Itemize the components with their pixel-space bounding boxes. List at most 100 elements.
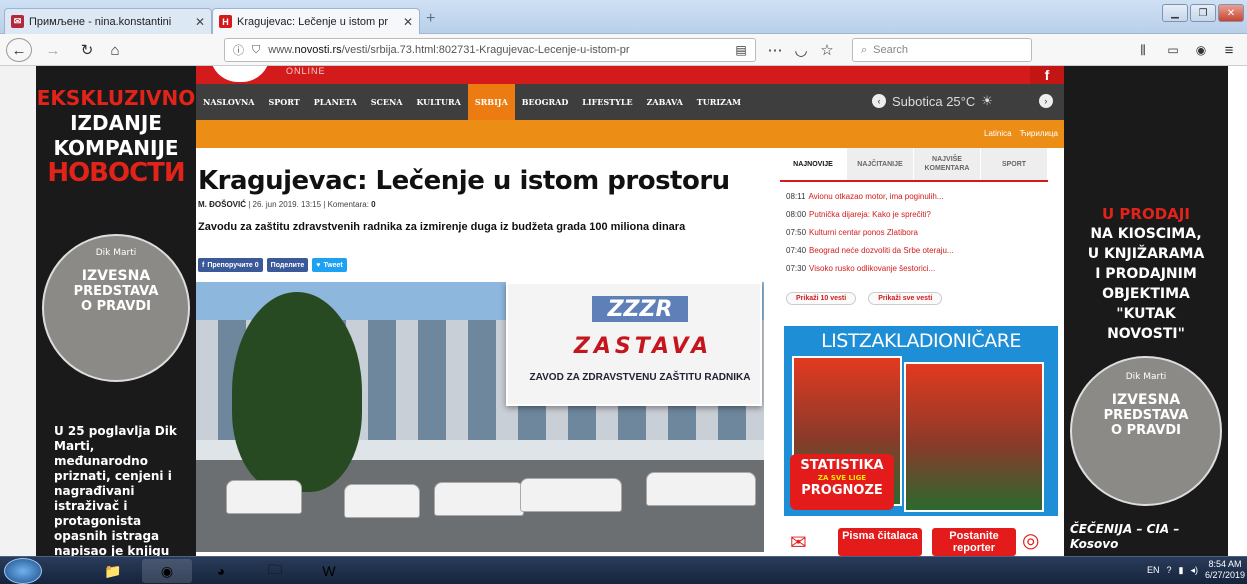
close-icon[interactable]: ✕ — [403, 15, 413, 29]
news-item[interactable]: 07:30 Visoko rusko odlikovanje šestorici.… — [786, 264, 1046, 273]
postanite-reporter-button[interactable]: Postanite reporter — [932, 528, 1016, 556]
menu-item[interactable]: SCENA — [364, 84, 410, 120]
account-icon[interactable]: ◉ — [1188, 38, 1214, 62]
menu-item[interactable]: BEOGRAD — [515, 84, 575, 120]
bookmark-star-icon[interactable]: ☆ — [814, 38, 840, 62]
menu-item[interactable]: NASLOVNA — [196, 84, 261, 120]
tab-sport[interactable]: SPORT — [981, 148, 1048, 180]
window-close-icon[interactable]: ✕ — [1218, 4, 1244, 22]
ad-copy: U 25 poglavlja Dik Marti, međunarodno pr… — [54, 424, 177, 556]
button-label: Tweet — [323, 261, 343, 269]
pisma-citalaca-button[interactable]: Pisma čitalaca — [838, 528, 922, 556]
tab-najnovije[interactable]: NAJNOVIJE — [780, 148, 847, 180]
pocket-icon[interactable]: ◡ — [788, 38, 814, 62]
menu-item[interactable]: LIFESTYLE — [575, 84, 639, 120]
shield-icon[interactable]: ⛉ — [252, 44, 260, 57]
ad-line: NA KIOSCIMA, — [1090, 226, 1202, 242]
home-icon[interactable]: ⌂ — [102, 38, 128, 62]
magazine-cover-image — [904, 362, 1044, 512]
folder-icon[interactable]: 🗀 — [250, 559, 300, 583]
clock[interactable]: 8:54 AM 6/27/2019 — [1205, 559, 1245, 581]
file-explorer-icon[interactable]: 📁 — [88, 559, 138, 583]
novosti-favicon-icon: H — [219, 15, 232, 28]
maximize-icon[interactable]: ❐ — [1190, 4, 1216, 22]
windows-taskbar: 📁 ◉ ◕ 🗀 W EN ? ▮ ◂) 8:54 AM 6/27/2019 — [0, 556, 1247, 584]
reload-icon[interactable]: ↻ — [74, 38, 100, 62]
word-icon[interactable]: W — [304, 559, 354, 583]
book-title: PREDSTAVA — [1103, 408, 1189, 423]
book-author: Dik Marti — [1125, 372, 1167, 382]
more-icon[interactable]: ⋯ — [762, 38, 788, 62]
minimize-icon[interactable]: ▁ — [1162, 4, 1188, 22]
zastava-sign-image: ZZZR ZASTAVA ZAVOD ZA ZDRAVSTVENU ZAŠTIT… — [506, 282, 762, 406]
lang-latin-link[interactable]: Latinica — [984, 129, 1012, 138]
search-box[interactable]: ⌕ Search — [852, 38, 1032, 62]
show-10-news-button[interactable]: Prikaži 10 vesti — [786, 292, 857, 305]
news-item[interactable]: 07:50 Kulturni centar ponos Zlatibora — [786, 228, 1046, 237]
web-page: EKSKLUZIVNO IZDANJE KOMPANIJE НОВОСТИ Di… — [0, 66, 1247, 556]
facebook-icon: f — [202, 261, 205, 269]
camera-icon: ◎ — [1022, 530, 1040, 552]
tab-najcitanije[interactable]: NAJČITANIJE — [847, 148, 914, 180]
menu-item[interactable]: KULTURA — [409, 84, 467, 120]
comment-count[interactable]: 0 — [371, 200, 375, 209]
chevron-right-icon[interactable]: › — [1038, 94, 1053, 108]
share-button[interactable]: Поделите — [266, 258, 309, 272]
site-top-bar: ONLINE f — [196, 66, 1064, 84]
chevron-left-icon[interactable]: ‹ — [872, 94, 886, 108]
menu-icon[interactable]: ≡ — [1216, 38, 1242, 62]
close-icon[interactable]: ✕ — [195, 15, 205, 29]
forward-icon[interactable]: → — [40, 38, 66, 62]
system-tray: EN ? ▮ ◂) 8:54 AM 6/27/2019 — [1147, 559, 1245, 581]
book-author: Dik Marti — [95, 248, 137, 258]
news-item[interactable]: 08:11 Avionu otkazao motor, ima poginulih… — [786, 192, 1046, 201]
tab-najvise-komentara[interactable]: NAJVIŠE KOMENTARA — [914, 148, 981, 180]
info-icon[interactable]: ⓘ — [233, 42, 244, 58]
left-ad-banner[interactable]: EKSKLUZIVNO IZDANJE KOMPANIJE НОВОСТИ Di… — [36, 66, 196, 556]
ad-line: OBJEKTIMA — [1102, 286, 1190, 302]
menu-item[interactable]: TURIZAM — [690, 84, 748, 120]
tab-article[interactable]: H Kragujevac: Lečenje u istom pr ✕ — [212, 8, 420, 34]
url-path: /vesti/srbija.73.html:802731-Kragujevac-… — [341, 44, 630, 56]
car-image — [646, 472, 756, 506]
menu-item-active[interactable]: SRBIJA — [467, 84, 515, 120]
address-bar[interactable]: ⓘ ⛉ www.novosti.rs/vesti/srbija.73.html:… — [224, 38, 756, 62]
menu-item[interactable]: PLANETA — [307, 84, 364, 120]
sidebar-icon[interactable]: ▭ — [1160, 38, 1186, 62]
book-title: PREDSTAVA — [73, 284, 159, 299]
ad-line: U KNJIŽARAMA — [1087, 246, 1205, 262]
listzakladionicare-ad[interactable]: LISTZAKLADIONIČARE STATISTIKA ZA SVE LIG… — [784, 326, 1058, 516]
book-cover: Dik Marti IZVESNA PREDSTAVA O PRAVDI — [42, 234, 190, 382]
news-time: 07:30 — [786, 264, 807, 273]
news-buttons: Prikaži 10 vesti Prikaži sve vesti — [786, 292, 943, 305]
language-indicator[interactable]: EN — [1147, 565, 1160, 575]
novosti-site: ONLINE f NASLOVNA SPORT PLANETA SCENA KU… — [196, 66, 1064, 556]
chrome-icon[interactable]: ◕ — [196, 559, 246, 583]
reader-view-icon[interactable]: ▤ — [728, 38, 754, 62]
network-icon[interactable]: ▮ — [1178, 565, 1183, 576]
new-tab-icon[interactable]: + — [426, 10, 435, 28]
article-title: Kragujevac: Lečenje u istom prostoru — [198, 166, 730, 196]
tab-mail[interactable]: ✉ Примљене - nina.konstantini ✕ — [4, 8, 212, 34]
tweet-button[interactable]: ♥ Tweet — [312, 258, 347, 272]
show-all-news-button[interactable]: Prikaži sve vesti — [868, 292, 943, 305]
start-button[interactable] — [4, 558, 42, 584]
facebook-recommend-button[interactable]: f Препоручите 0 — [198, 258, 263, 272]
news-item[interactable]: 08:00 Putnička dijareja: Kako je sprečiti… — [786, 210, 1046, 219]
volume-icon[interactable]: ◂) — [1190, 565, 1198, 576]
library-icon[interactable]: ⫼ — [1130, 38, 1156, 62]
help-icon[interactable]: ? — [1166, 565, 1171, 575]
menu-item[interactable]: SPORT — [261, 84, 306, 120]
sidebar: NAJNOVIJE NAJČITANIJE NAJVIŠE KOMENTARA … — [780, 148, 1064, 556]
facebook-icon[interactable]: f — [1030, 66, 1064, 84]
firefox-icon[interactable]: ◉ — [142, 559, 192, 583]
orange-bar: Latinica Ћирилица — [196, 120, 1064, 148]
lang-cyrillic-link[interactable]: Ћирилица — [1020, 129, 1058, 138]
menu-item[interactable]: ZABAVA — [640, 84, 690, 120]
back-icon[interactable]: ← — [6, 38, 32, 62]
url-domain: novosti.rs — [294, 44, 342, 56]
site-logo[interactable] — [208, 66, 272, 84]
news-item[interactable]: 07:40 Beograd neće dozvoliti da Srbe oter… — [786, 246, 1046, 255]
right-ad-banner[interactable]: U PRODAJI NA KIOSCIMA, U KNJIŽARAMA I PR… — [1064, 66, 1228, 556]
weather-widget: ‹ Subotica 25°C ☀ › — [872, 93, 1053, 109]
